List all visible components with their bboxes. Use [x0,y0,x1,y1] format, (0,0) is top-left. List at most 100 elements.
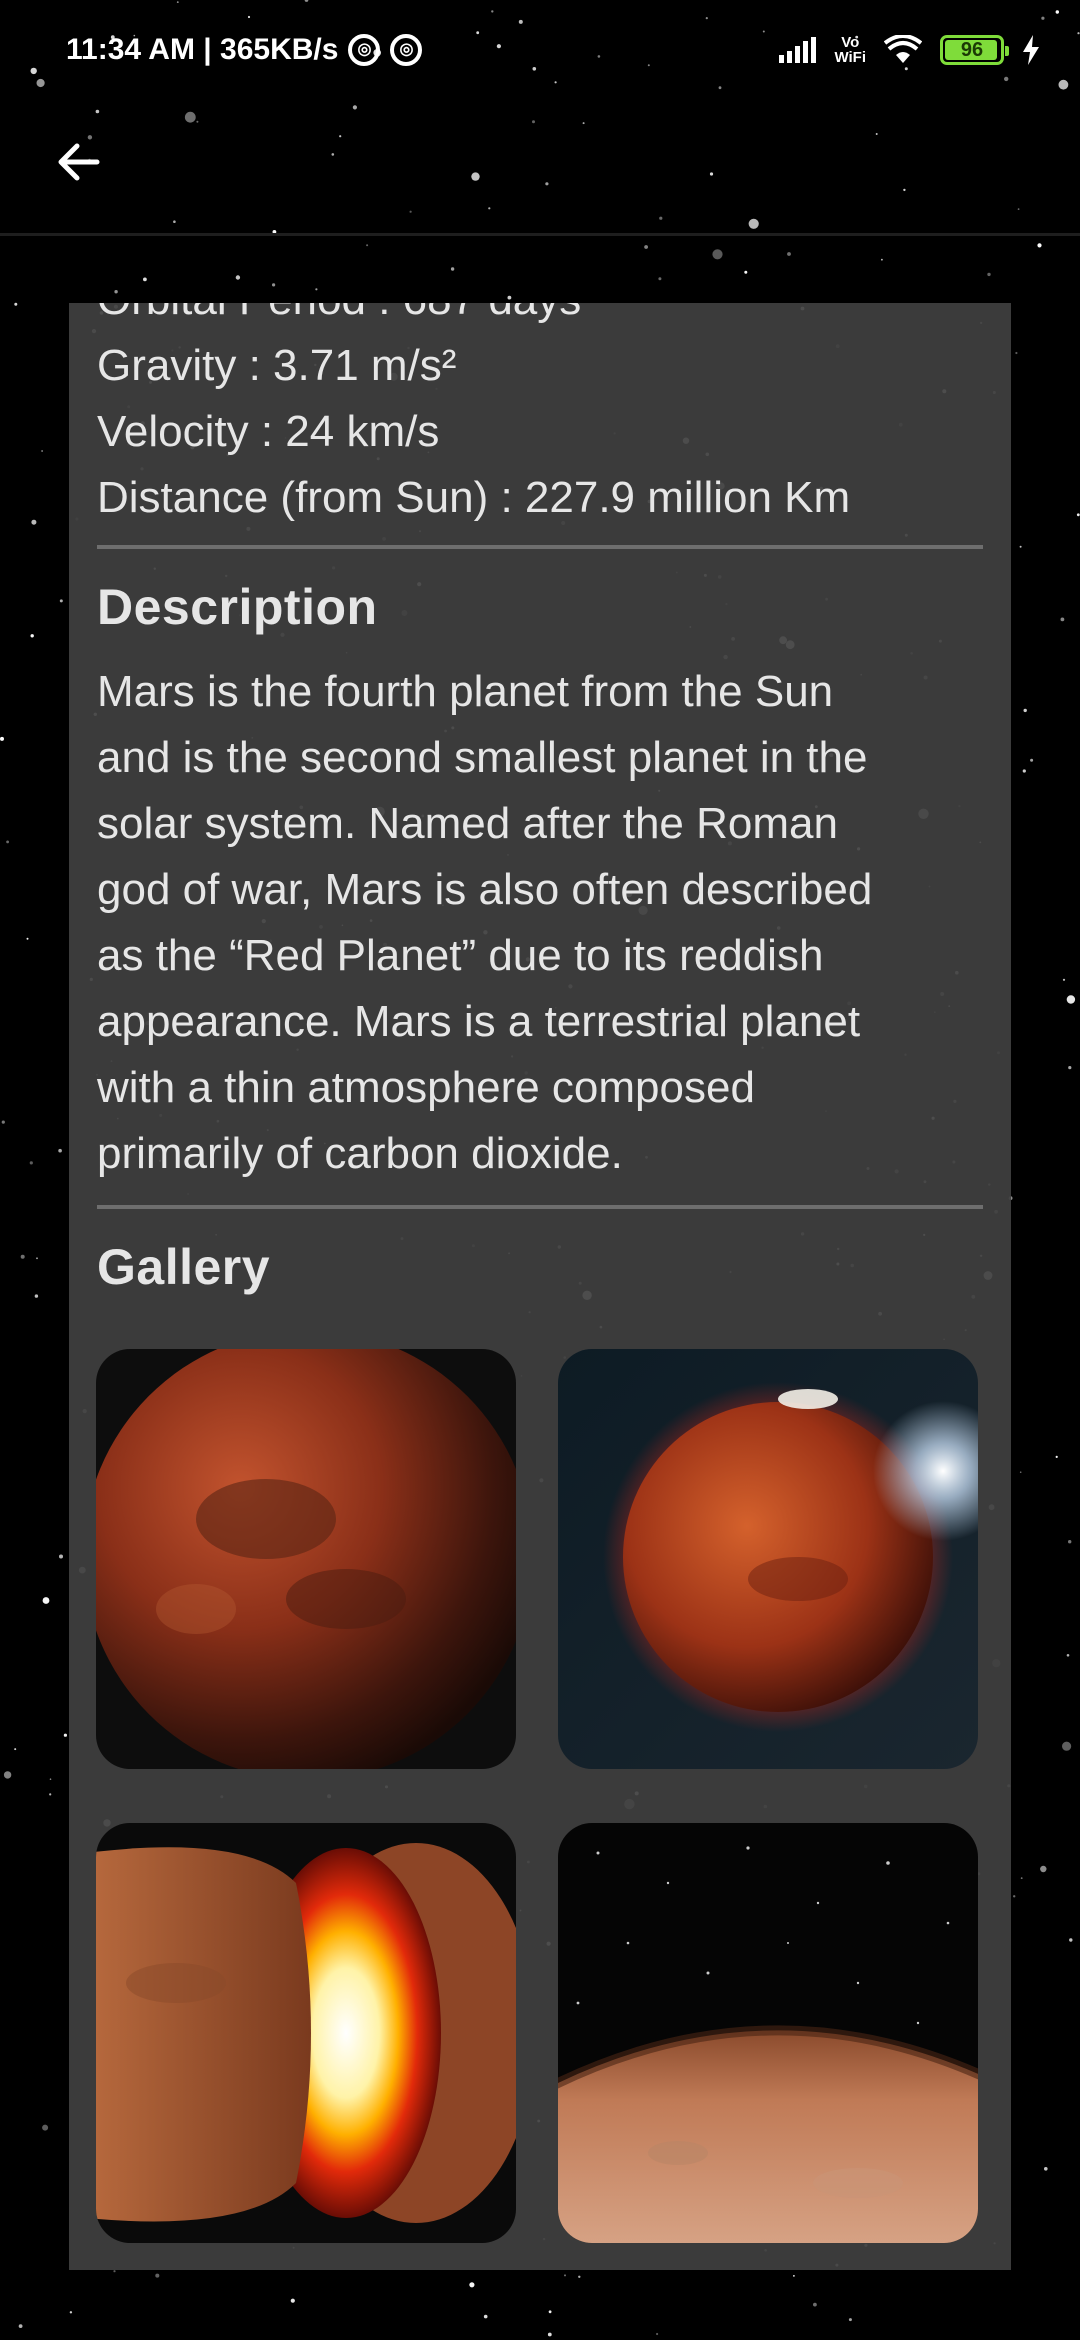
cellular-signal-icon [779,37,817,63]
star [1068,1066,1072,1070]
gravity-stat: Gravity : 3.71 m/s² [97,341,457,390]
star [656,2332,659,2336]
star [1062,978,1066,981]
data-saver-icon: ◎ [348,34,381,66]
star [1066,1654,1070,1657]
star [42,1597,50,1604]
star [272,283,276,287]
star [507,295,512,300]
star [644,245,648,249]
star [1019,545,1022,548]
star [1076,513,1080,517]
star [366,244,369,247]
description-text: Mars is the fourth planet from the Sun a… [97,667,873,1178]
status-bar: 11:34 AM | 365KB/s ◎ ◎ Vo WiFi 96 [0,0,1080,100]
star [793,2275,795,2277]
star [1069,1938,1073,1942]
star [41,450,43,452]
star [143,277,147,282]
star [658,277,662,281]
battery-indicator: 96 [940,35,1009,65]
star [42,2124,49,2131]
vowifi-icon: Vo WiFi [834,34,866,66]
charging-bolt-icon [1023,35,1039,65]
star [1023,708,1027,713]
star [34,1294,39,1298]
gallery-grid [96,1349,978,2243]
star [63,1733,67,1737]
star [113,2270,116,2273]
star [712,249,723,260]
star [987,272,991,277]
star [1015,351,1018,355]
star [1044,2167,1048,2171]
mars-globe-dark-image[interactable] [96,1349,516,1769]
mars-interior-cutaway-image[interactable] [96,1823,516,2243]
star [547,2332,552,2337]
star [14,302,18,306]
star [18,2324,23,2329]
star [36,1257,38,1260]
star [58,1148,62,1153]
star [14,1748,17,1751]
star [290,2298,295,2303]
star [26,937,29,940]
star [29,1161,33,1165]
sync-icon: ◎ [390,34,423,66]
clock-network-speed: 11:34 AM | 365KB/s [66,33,339,66]
star [881,258,883,261]
star [49,1793,52,1796]
star [235,275,241,280]
battery-level-text: 96 [960,38,984,61]
star [114,290,118,294]
star [1040,1865,1047,1873]
star [49,1778,52,1780]
star [3,1771,12,1779]
star [1019,1471,1022,1473]
planet-info-card[interactable]: Orbital Period : 687 days Gravity : 3.71… [69,303,1011,2270]
star [744,270,748,274]
arrow-left-icon [58,143,100,181]
star [1068,1540,1072,1544]
divider [97,545,983,549]
star [31,519,37,525]
star [450,267,455,271]
description-heading: Description [97,579,378,635]
star [155,2273,160,2278]
velocity-stat: Velocity : 24 km/s [97,407,440,456]
star [1062,1741,1072,1751]
star [1030,758,1034,762]
distance-stat: Distance (from Sun) : 227.9 million Km [97,473,851,522]
wifi-icon [884,35,922,63]
star [578,2275,581,2278]
star [1066,995,1076,1004]
orbital-period-stat: Orbital Period : 687 days [97,303,983,333]
back-button[interactable] [40,124,116,200]
star [6,840,9,844]
star [469,2282,475,2288]
star [1013,1895,1016,1898]
star [1020,1877,1023,1879]
star [1060,617,1065,622]
star [564,2274,566,2277]
star [1,1120,5,1124]
star [1022,769,1026,773]
star [30,634,34,638]
star [813,2302,817,2307]
star [20,1254,25,1259]
star [483,2314,488,2319]
mars-horizon-starfield-image[interactable] [558,1823,978,2243]
star [848,2318,852,2322]
star [0,736,4,741]
star [315,288,318,291]
app-bar [0,100,1080,236]
mars-with-sunrise-image[interactable] [558,1349,978,1769]
star [59,1554,63,1559]
star [1055,1455,1058,1458]
star [548,2310,552,2314]
star [69,2311,73,2314]
gallery-heading: Gallery [97,1239,271,1295]
star [1037,243,1042,248]
star [787,252,791,256]
star [59,599,63,603]
